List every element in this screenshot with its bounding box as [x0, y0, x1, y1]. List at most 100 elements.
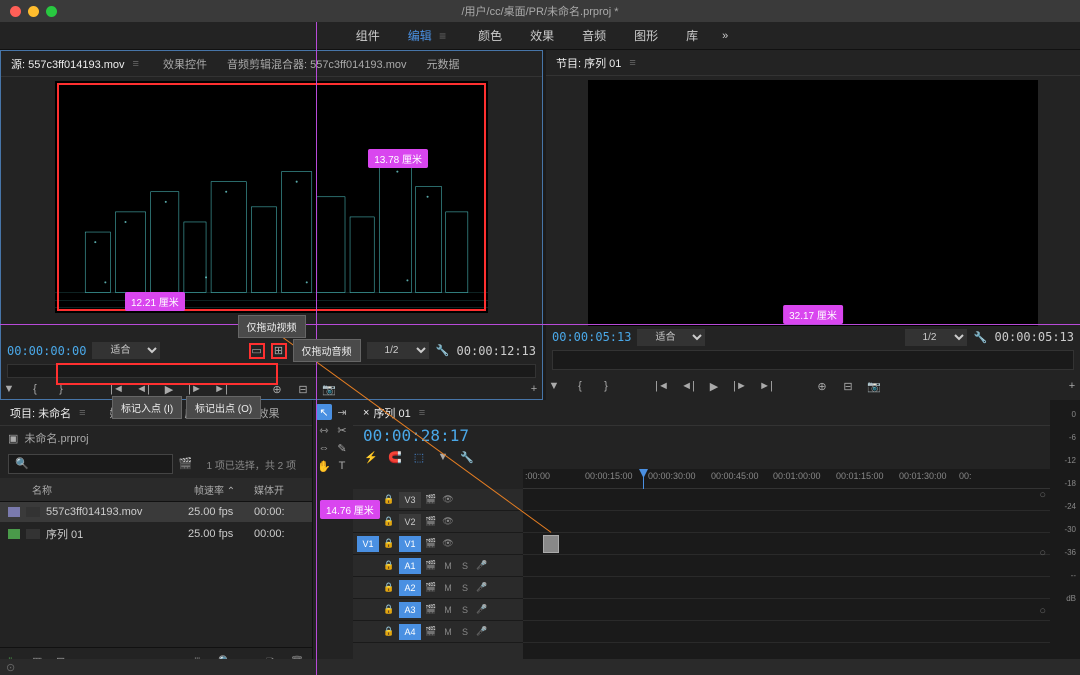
track-header-a3[interactable]: 🔒A3🎬MS🎤: [353, 599, 523, 621]
project-filename: 未命名.prproj: [24, 430, 88, 446]
eye-icon[interactable]: 🎬: [424, 493, 438, 507]
lock-icon[interactable]: 🔒: [382, 559, 396, 573]
mark-in-icon[interactable]: {: [27, 381, 43, 397]
project-item-row[interactable]: 557c3ff014193.mov 25.00 fps 00:00:: [0, 502, 312, 522]
source-fit-select[interactable]: 适合: [92, 342, 160, 359]
eye-icon[interactable]: 👁: [441, 537, 455, 551]
lock-icon[interactable]: 🔒: [382, 581, 396, 595]
eye-icon[interactable]: 👁: [441, 515, 455, 529]
tl-settings-icon[interactable]: 🔧: [459, 449, 475, 465]
lock-icon[interactable]: 🔒: [382, 625, 396, 639]
guide-horizontal: [0, 324, 1080, 325]
titlebar: /用户/cc/桌面/PR/未命名.prproj *: [0, 0, 1080, 22]
tab-project[interactable]: 项目: 未命名 ≡: [0, 400, 100, 426]
timeline-ruler[interactable]: :00:00 00:00:15:00 00:00:30:00 00:00:45:…: [523, 469, 1050, 489]
source-timecode[interactable]: 00:00:00:00: [7, 344, 86, 358]
prog-mark-out-icon[interactable]: }: [598, 378, 614, 394]
workspace-editing[interactable]: 编辑 ≡: [394, 21, 464, 50]
overwrite-icon[interactable]: ⊟: [295, 381, 311, 397]
prog-step-fwd-icon[interactable]: |►: [732, 378, 748, 394]
source-zoom-select[interactable]: 1/2: [367, 342, 429, 359]
type-tool-icon[interactable]: T: [334, 458, 350, 474]
workspace-overflow[interactable]: »: [712, 24, 738, 48]
prog-marker-icon[interactable]: ▼: [546, 378, 562, 394]
hand-tool-icon[interactable]: ✋: [316, 458, 332, 474]
button-editor-icon[interactable]: +: [526, 381, 542, 397]
add-marker-tl-icon[interactable]: ⬚: [411, 449, 427, 465]
selection-tool-icon[interactable]: ↖: [316, 404, 332, 420]
tab-metadata[interactable]: 元数据: [417, 51, 470, 77]
prog-extract-icon[interactable]: ⊟: [840, 378, 856, 394]
source-scrubber[interactable]: [7, 364, 536, 378]
tab-program[interactable]: 节目: 序列 01 ≡: [546, 50, 650, 76]
settings-icon[interactable]: 🔧: [435, 343, 451, 359]
prog-step-back-icon[interactable]: ◄|: [680, 378, 696, 394]
eye-icon[interactable]: 👁: [441, 493, 455, 507]
circle-icon[interactable]: ○: [1039, 547, 1046, 559]
lock-icon[interactable]: 🔒: [382, 603, 396, 617]
program-fit-select[interactable]: 适合: [637, 329, 705, 346]
prog-export-frame-icon[interactable]: 📷: [866, 378, 882, 394]
clapper-icon[interactable]: 🎬: [179, 457, 193, 471]
lock-icon[interactable]: 🔒: [382, 493, 396, 507]
program-preview[interactable]: 32.17 厘米: [588, 80, 1038, 326]
maximize-window-button[interactable]: [46, 6, 57, 17]
track-header-a4[interactable]: 🔒A4🎬MS🎤: [353, 621, 523, 643]
tab-sequence[interactable]: × 序列 01 ≡: [353, 400, 439, 426]
col-start[interactable]: 媒体开: [254, 482, 304, 497]
workspace-color[interactable]: 颜色: [464, 21, 516, 50]
workspace-assembly[interactable]: 组件: [342, 21, 394, 50]
seq-thumb-icon: [26, 529, 40, 539]
prog-button-editor-icon[interactable]: +: [1064, 378, 1080, 394]
add-marker-icon[interactable]: ▼: [1, 381, 17, 397]
mic-icon[interactable]: 🎤: [475, 625, 489, 639]
prog-lift-icon[interactable]: ⊕: [814, 378, 830, 394]
prog-go-in-icon[interactable]: |◄: [654, 378, 670, 394]
export-frame-icon[interactable]: 📷: [321, 381, 337, 397]
linked-selection-icon[interactable]: 🧲: [387, 449, 403, 465]
prog-play-icon[interactable]: ▶: [706, 378, 722, 394]
track-header-v1[interactable]: V1🔒V1🎬👁: [353, 533, 523, 555]
mic-icon[interactable]: 🎤: [475, 603, 489, 617]
workspace-audio[interactable]: 音频: [568, 21, 620, 50]
ripple-tool-icon[interactable]: ⇿: [316, 422, 332, 438]
slip-tool-icon[interactable]: ⇔: [316, 440, 332, 456]
eye-icon[interactable]: 🎬: [424, 515, 438, 529]
workspace-graphics[interactable]: 图形: [620, 21, 672, 50]
circle-icon[interactable]: ○: [1039, 489, 1046, 501]
minimize-window-button[interactable]: [28, 6, 39, 17]
lock-icon[interactable]: 🔒: [382, 537, 396, 551]
program-scrubber[interactable]: [552, 350, 1074, 370]
mic-icon[interactable]: 🎤: [475, 559, 489, 573]
mic-icon[interactable]: 🎤: [475, 581, 489, 595]
project-item-row[interactable]: 序列 01 25.00 fps 00:00:: [0, 522, 312, 546]
track-select-tool-icon[interactable]: ⇥: [334, 404, 350, 420]
source-preview[interactable]: 13.78 厘米 12.21 厘米: [55, 81, 488, 313]
snap-icon[interactable]: ⚡: [363, 449, 379, 465]
tab-effect-controls[interactable]: 效果控件: [153, 51, 217, 77]
pen-tool-icon[interactable]: ✎: [334, 440, 350, 456]
drag-video-only-icon[interactable]: ▭: [249, 343, 265, 359]
eye-icon[interactable]: 🎬: [424, 537, 438, 551]
track-header-a2[interactable]: 🔒A2🎬MS🎤: [353, 577, 523, 599]
col-fps[interactable]: 帧速率 ⌃: [194, 482, 254, 497]
prog-go-out-icon[interactable]: ►|: [758, 378, 774, 394]
workspace-libraries[interactable]: 库: [672, 21, 712, 50]
workspace-effects[interactable]: 效果: [516, 21, 568, 50]
prog-mark-in-icon[interactable]: {: [572, 378, 588, 394]
razor-tool-icon[interactable]: ✂: [334, 422, 350, 438]
program-settings-icon[interactable]: 🔧: [973, 329, 989, 345]
circle-icon[interactable]: ○: [1039, 605, 1046, 617]
program-zoom-select[interactable]: 1/2: [905, 329, 967, 346]
lock-icon[interactable]: 🔒: [382, 515, 396, 529]
timeline-track-area[interactable]: ○ ○ ○: [523, 489, 1050, 675]
timeline-clip[interactable]: [543, 535, 559, 553]
close-window-button[interactable]: [10, 6, 21, 17]
drag-audio-only-icon[interactable]: ⊞: [271, 343, 287, 359]
col-name[interactable]: 名称: [32, 482, 194, 497]
timeline-timecode[interactable]: 00:00:28:17: [353, 426, 1050, 445]
program-timecode[interactable]: 00:00:05:13: [552, 330, 631, 344]
project-search-input[interactable]: [8, 454, 173, 474]
tab-source[interactable]: 源: 557c3ff014193.mov ≡: [1, 51, 153, 77]
track-header-a1[interactable]: 🔒A1🎬MS🎤: [353, 555, 523, 577]
